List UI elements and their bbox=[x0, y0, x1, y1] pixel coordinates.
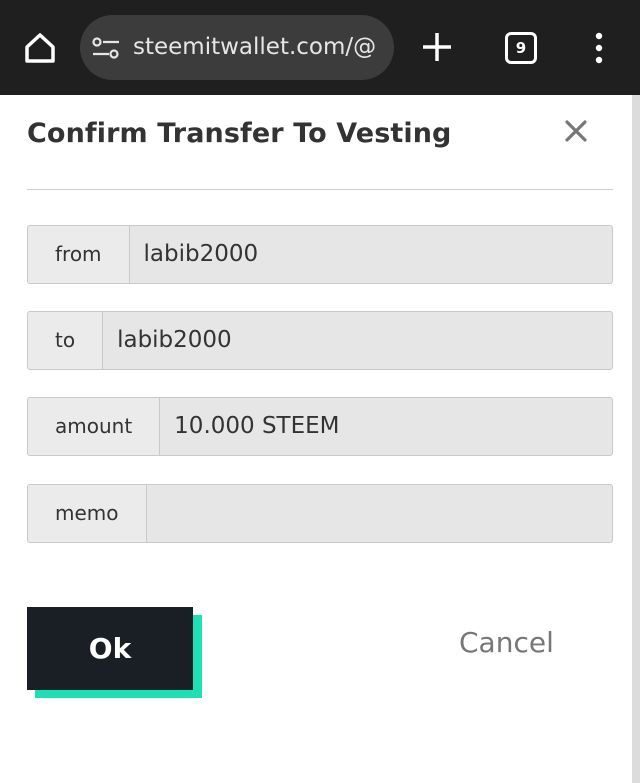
tab-switcher-icon[interactable]: 9 bbox=[505, 32, 537, 64]
from-label: from bbox=[28, 226, 130, 283]
address-bar[interactable]: steemitwallet.com/@ bbox=[80, 15, 394, 80]
overflow-menu-icon[interactable] bbox=[590, 32, 608, 64]
url-text: steemitwallet.com/@ bbox=[133, 34, 377, 60]
new-tab-icon[interactable] bbox=[420, 30, 454, 64]
title-divider bbox=[27, 189, 613, 190]
amount-label: amount bbox=[28, 398, 161, 455]
dialog-title: Confirm Transfer To Vesting bbox=[27, 118, 452, 149]
from-value: labib2000 bbox=[143, 241, 259, 267]
page-scrollbar[interactable] bbox=[632, 95, 640, 783]
from-field: from labib2000 bbox=[27, 225, 613, 284]
to-field: to labib2000 bbox=[27, 311, 613, 370]
browser-toolbar: steemitwallet.com/@ 9 bbox=[0, 0, 640, 95]
amount-field: amount 10.000 STEEM bbox=[27, 397, 613, 456]
close-icon[interactable] bbox=[563, 118, 589, 144]
to-value: labib2000 bbox=[117, 327, 232, 353]
ok-button[interactable]: Ok bbox=[27, 607, 193, 690]
site-settings-icon[interactable] bbox=[92, 37, 120, 59]
memo-field: memo bbox=[27, 484, 613, 543]
to-label: to bbox=[28, 312, 104, 369]
cancel-button[interactable]: Cancel bbox=[459, 626, 554, 659]
home-icon[interactable] bbox=[22, 30, 58, 66]
memo-label: memo bbox=[28, 485, 147, 542]
memo-value bbox=[147, 485, 612, 542]
amount-value: 10.000 STEEM bbox=[174, 413, 340, 439]
